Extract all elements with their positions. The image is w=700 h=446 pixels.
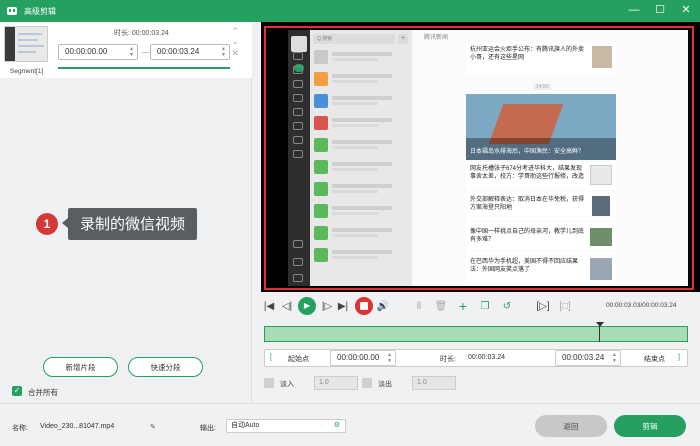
- previous-frame-icon[interactable]: ◁|: [280, 298, 294, 314]
- segment-progress: [58, 67, 230, 69]
- end-point-button[interactable]: 结束点: [644, 354, 665, 364]
- next-frame-icon[interactable]: |▷: [320, 298, 334, 314]
- start-point-input[interactable]: 00:00:00.00 ▲ ▼: [330, 350, 396, 366]
- add-icon[interactable]: +: [456, 298, 470, 314]
- window-title: 高级剪辑: [24, 6, 56, 16]
- fade-out-input[interactable]: 1.0: [412, 376, 456, 390]
- playhead-line: [599, 326, 600, 342]
- annotation-text: 录制的微信视频: [61, 208, 198, 240]
- quick-split-button[interactable]: 快速分段: [128, 357, 203, 377]
- fade-out-checkbox[interactable]: [362, 378, 372, 388]
- segment-end-field[interactable]: 00:00:03.24 ▲ ▼: [150, 44, 230, 60]
- output-label: 输出:: [200, 425, 216, 432]
- output-select[interactable]: 自动Auto ⚙: [226, 419, 346, 433]
- copy-icon[interactable]: ❐: [478, 298, 492, 314]
- stepper-icon[interactable]: ▲ ▼: [221, 46, 226, 58]
- segment-start-field[interactable]: 00:00:00.00 ▲ ▼: [58, 44, 138, 60]
- end-point-input[interactable]: 00:00:03.24 ▲ ▼: [555, 350, 621, 366]
- stop-button[interactable]: [355, 297, 373, 315]
- fullscreen-icon[interactable]: [□]: [558, 298, 572, 314]
- merge-all-label: 合并所有: [28, 388, 58, 397]
- undo-icon[interactable]: ↺: [500, 298, 514, 314]
- duration-value: 00:00:03.24: [468, 354, 505, 361]
- minimize-icon[interactable]: —: [628, 4, 640, 16]
- stepper-icon[interactable]: ▲ ▼: [612, 352, 617, 364]
- stepper-icon[interactable]: ▲ ▼: [129, 46, 134, 58]
- segment-duration: 时长: 00:00:03.24: [114, 30, 169, 37]
- edit-button[interactable]: 剪辑: [614, 415, 686, 437]
- timeline-track[interactable]: [264, 326, 688, 342]
- duration-label: 时长:: [440, 356, 456, 363]
- maximize-icon[interactable]: ☐: [654, 4, 666, 16]
- stepper-icon[interactable]: ▲ ▼: [387, 352, 392, 364]
- segment-thumbnail: [4, 26, 48, 62]
- merge-all-checkbox[interactable]: ✓: [12, 386, 22, 396]
- fade-in-input[interactable]: 1.0: [314, 376, 358, 390]
- right-bracket: ]: [678, 354, 680, 361]
- recording-region-frame: [264, 26, 694, 290]
- name-label: 名称:: [12, 425, 28, 432]
- gear-icon: ⚙: [333, 422, 340, 429]
- volume-icon[interactable]: 🔊: [376, 298, 390, 314]
- close-icon[interactable]: ✕: [680, 4, 692, 16]
- segment-label: Segment[1]: [10, 68, 44, 75]
- new-segment-button[interactable]: 新增片段: [43, 357, 118, 377]
- annotation-callout: 1 录制的微信视频: [36, 208, 198, 240]
- crop-icon[interactable]: [▷]: [536, 298, 550, 314]
- skip-to-end-icon[interactable]: ▶|: [336, 298, 350, 314]
- timecode: 00:00:03.03/00:00:03.24: [606, 302, 677, 309]
- skip-to-start-icon[interactable]: |◀: [262, 298, 276, 314]
- app-logo-icon: [7, 7, 17, 15]
- delete-icon[interactable]: 🗑: [434, 298, 448, 314]
- left-bracket: [: [270, 354, 272, 361]
- close-icon[interactable]: ✕: [231, 48, 239, 59]
- step-badge: 1: [36, 213, 58, 235]
- start-point-button[interactable]: 起始点: [288, 354, 309, 364]
- fade-out-label: 淡出: [378, 381, 392, 388]
- fade-in-checkbox[interactable]: [264, 378, 274, 388]
- play-button[interactable]: ▶: [298, 297, 316, 315]
- file-name: Video_230...81047.mp4: [40, 423, 115, 430]
- split-icon[interactable]: ⫴: [412, 298, 426, 314]
- edit-name-icon[interactable]: ✎: [150, 423, 156, 431]
- chevron-down-icon[interactable]: ⌄: [231, 36, 239, 47]
- fade-in-label: 淡入: [280, 381, 294, 388]
- back-button[interactable]: 返回: [535, 415, 607, 437]
- playhead-marker[interactable]: [596, 322, 604, 327]
- title-bar: 高级剪辑 — ☐ ✕: [0, 0, 700, 22]
